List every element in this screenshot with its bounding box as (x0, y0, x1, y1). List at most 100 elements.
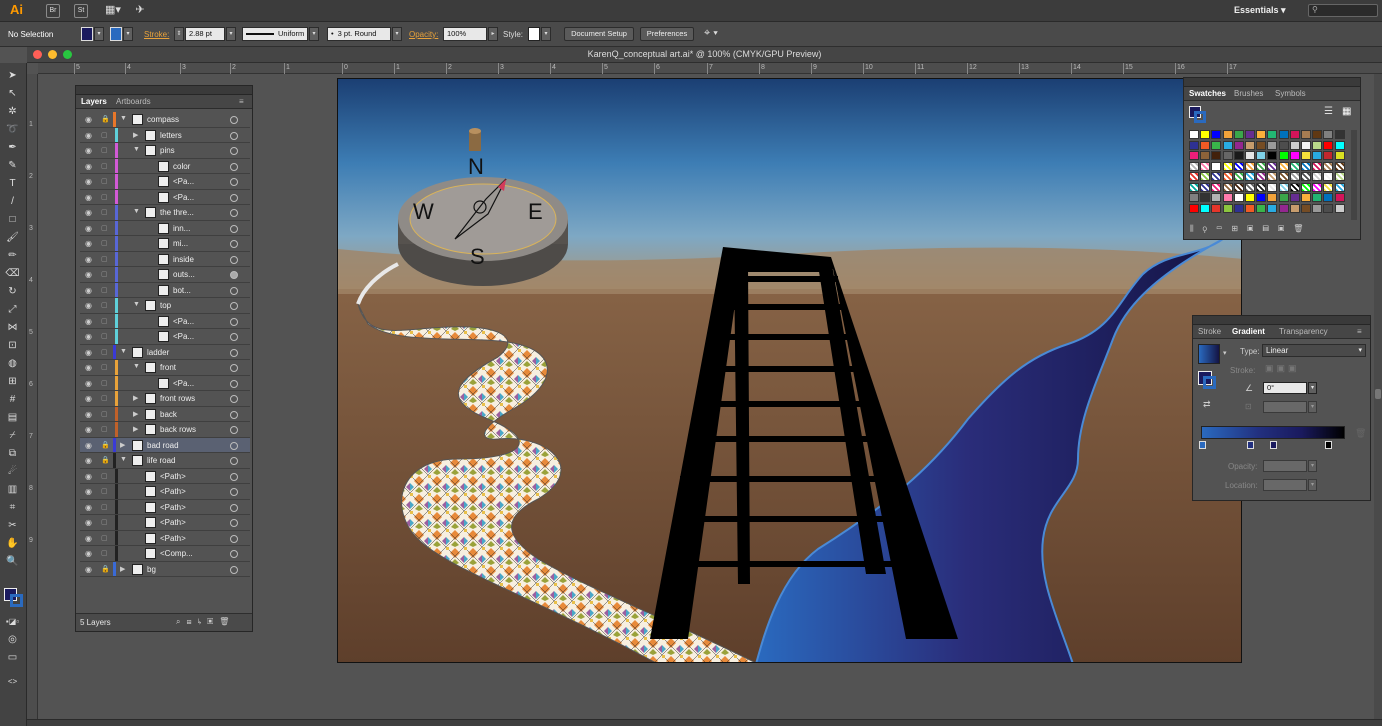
color-swatch[interactable] (1334, 161, 1345, 171)
layer-row[interactable]: ◉ ▢ ▼ top (80, 298, 250, 314)
lock-toggle-icon[interactable]: ▢ (101, 410, 108, 418)
artboard[interactable]: N E S W (337, 78, 1242, 663)
color-swatch[interactable] (1245, 172, 1255, 181)
color-swatch[interactable] (1278, 130, 1289, 139)
fill-swatch[interactable] (81, 27, 93, 41)
color-swatch[interactable] (1256, 140, 1267, 150)
width-tool-icon[interactable]: ⋈ (4, 321, 21, 335)
color-swatch[interactable] (1233, 182, 1244, 192)
eyedropper-tool-icon[interactable]: ⌿ (4, 429, 21, 443)
lock-toggle-icon[interactable]: ▢ (101, 363, 108, 371)
lock-toggle-icon[interactable]: ▢ (101, 146, 108, 154)
color-swatch[interactable] (1211, 161, 1222, 171)
color-swatch[interactable] (1278, 140, 1289, 150)
arrange-documents-icon[interactable]: ▦▾ (102, 4, 124, 18)
stroke-weight-dropdown[interactable]: ▾ (226, 27, 236, 41)
visibility-eye-icon[interactable]: ◉ (85, 193, 92, 202)
color-swatch[interactable] (1200, 203, 1211, 213)
visibility-eye-icon[interactable]: ◉ (85, 472, 92, 481)
workspace-switcher[interactable]: Essentials ▾ (1234, 5, 1286, 16)
stock-button[interactable]: St (74, 4, 88, 18)
gpu-performance-icon[interactable]: ✈ (133, 4, 147, 18)
lock-toggle-icon[interactable]: ▢ (101, 239, 108, 247)
lock-toggle-icon[interactable]: ▢ (101, 503, 108, 511)
opacity-label[interactable]: Opacity: (409, 30, 438, 39)
color-swatch[interactable] (1256, 203, 1267, 213)
color-swatch[interactable] (1245, 130, 1255, 139)
color-swatch[interactable] (1323, 130, 1334, 139)
tab-symbols[interactable]: Symbols (1275, 89, 1306, 98)
curvature-tool-icon[interactable]: ✎ (4, 159, 21, 173)
color-swatch[interactable] (1233, 161, 1244, 171)
graphic-style-swatch[interactable] (528, 27, 540, 41)
collapse-arrow-icon[interactable]: ▼ (133, 146, 140, 153)
color-swatch[interactable] (1267, 130, 1278, 139)
color-swatch[interactable] (1233, 203, 1244, 213)
visibility-eye-icon[interactable]: ◉ (85, 549, 92, 558)
color-swatch[interactable] (1189, 130, 1199, 139)
collapse-arrow-icon[interactable]: ▼ (133, 208, 140, 215)
lock-toggle-icon[interactable]: ▢ (101, 162, 108, 170)
lock-toggle-icon[interactable]: ▢ (101, 177, 108, 185)
target-circle-icon[interactable] (230, 441, 238, 450)
color-swatch[interactable] (1211, 130, 1222, 139)
direct-selection-tool-icon[interactable]: ↖ (4, 87, 21, 101)
target-circle-icon[interactable] (230, 364, 238, 372)
color-swatch[interactable] (1233, 172, 1244, 181)
target-circle-icon[interactable] (230, 271, 238, 279)
free-transform-tool-icon[interactable]: ⊡ (4, 339, 21, 353)
tab-artboards[interactable]: Artboards (116, 97, 151, 106)
lock-toggle-icon[interactable]: ▢ (101, 394, 108, 402)
color-swatch[interactable] (1267, 161, 1278, 171)
opacity-dropdown[interactable]: ▸ (488, 27, 498, 41)
lock-toggle-icon[interactable]: ▢ (101, 348, 108, 356)
perspective-grid-tool-icon[interactable]: ⊞ (4, 375, 21, 389)
pen-tool-icon[interactable]: ✒ (4, 141, 21, 155)
grid-view-icon[interactable]: ▦ (1342, 106, 1351, 117)
blend-tool-icon[interactable]: ⧉ (4, 447, 21, 461)
color-swatch[interactable] (1245, 182, 1255, 192)
layer-row[interactable]: ◉ 🔒 ▼ life road (80, 453, 250, 469)
color-swatch[interactable] (1289, 193, 1300, 202)
layer-row[interactable]: ◉ ▢ ▶ front rows (80, 391, 250, 407)
target-circle-icon[interactable] (230, 209, 238, 217)
gradient-slider[interactable] (1201, 426, 1345, 439)
collapse-arrow-icon[interactable]: ▼ (120, 456, 127, 463)
color-swatch[interactable] (1301, 193, 1311, 202)
layer-row[interactable]: ◉ ▢ outs... (80, 267, 250, 283)
visibility-eye-icon[interactable]: ◉ (85, 441, 92, 450)
lock-toggle-icon[interactable]: 🔒 (101, 441, 110, 449)
color-swatch[interactable] (1334, 140, 1345, 150)
paintbrush-tool-icon[interactable]: 🖌 (4, 231, 21, 245)
color-swatch[interactable] (1200, 130, 1211, 139)
gradient-stop[interactable] (1325, 441, 1332, 449)
visibility-eye-icon[interactable]: ◉ (85, 534, 92, 543)
layer-row[interactable]: ◉ ▢ ▼ pins (80, 143, 250, 159)
target-circle-icon[interactable] (230, 116, 238, 124)
type-tool-icon[interactable]: T (4, 177, 21, 191)
visibility-eye-icon[interactable]: ◉ (85, 394, 92, 403)
lock-toggle-icon[interactable]: ▢ (101, 518, 108, 526)
active-stroke-swatch[interactable] (1194, 111, 1206, 123)
target-circle-icon[interactable] (230, 410, 238, 419)
color-swatch[interactable] (1222, 193, 1233, 202)
color-swatch[interactable] (1334, 203, 1345, 213)
color-swatch[interactable] (1323, 172, 1334, 181)
reverse-gradient-icon[interactable]: ⇄ (1203, 399, 1211, 410)
color-swatch[interactable] (1323, 203, 1334, 213)
lock-toggle-icon[interactable]: ▢ (101, 317, 108, 325)
pencil-tool-icon[interactable]: ✏ (4, 249, 21, 263)
layer-row[interactable]: ◉ ▢ mi... (80, 236, 250, 252)
color-swatch[interactable] (1312, 172, 1323, 181)
layer-row[interactable]: ◉ ▢ <Path> (80, 515, 250, 531)
color-swatch[interactable] (1233, 130, 1244, 139)
gradient-stroke-box[interactable] (1203, 376, 1216, 389)
visibility-eye-icon[interactable]: ◉ (85, 332, 92, 341)
visibility-eye-icon[interactable]: ◉ (85, 270, 92, 279)
stroke-swatch[interactable] (110, 27, 122, 41)
color-swatch[interactable] (1278, 182, 1289, 192)
color-swatch[interactable] (1222, 182, 1233, 192)
tab-transparency[interactable]: Transparency (1279, 327, 1328, 336)
layer-row[interactable]: ◉ ▢ <Path> (80, 468, 250, 484)
variable-width-profile[interactable]: Uniform (242, 27, 308, 41)
